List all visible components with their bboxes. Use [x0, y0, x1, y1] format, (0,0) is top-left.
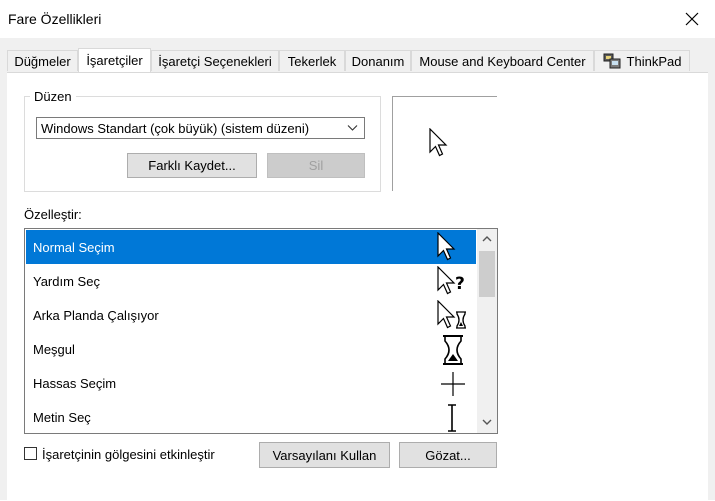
customize-label: Özelleştir:	[24, 207, 82, 222]
list-item[interactable]: Metin Seç	[26, 400, 476, 433]
list-item[interactable]: Meşgul	[26, 332, 476, 366]
item-label: Meşgul	[33, 342, 75, 357]
thinkpad-icon	[603, 53, 621, 69]
tab-pointers[interactable]: İşaretçiler	[78, 48, 151, 72]
scheme-group: Düzen Windows Standart (çok büyük) (sist…	[24, 89, 381, 192]
window-title: Fare Özellikleri	[8, 11, 102, 27]
item-label: Metin Seç	[33, 410, 91, 425]
save-as-button[interactable]: Farklı Kaydet...	[127, 153, 257, 178]
list-item[interactable]: Arka Planda Çalışıyor	[26, 298, 476, 332]
browse-button[interactable]: Gözat...	[399, 442, 497, 468]
tab-hardware[interactable]: Donanım	[345, 50, 411, 71]
scroll-thumb[interactable]	[479, 251, 495, 297]
svg-text:?: ?	[455, 274, 465, 294]
item-label: Yardım Seç	[33, 274, 100, 289]
item-label: Hassas Seçim	[33, 376, 117, 391]
scheme-selected-value: Windows Standart (çok büyük) (sistem düz…	[41, 121, 310, 136]
chevron-down-icon	[347, 125, 358, 131]
close-icon	[685, 12, 699, 26]
list-item[interactable]: Normal Seçim	[26, 230, 476, 264]
use-default-label: Varsayılanı Kullan	[272, 447, 377, 463]
dialog-body: Düğmeler İşaretçiler İşaretçi Seçenekler…	[0, 38, 715, 501]
tab-label: Tekerlek	[287, 53, 337, 69]
delete-label: Sil	[308, 158, 324, 173]
scroll-down-button[interactable]	[477, 414, 497, 431]
arrow-cursor-icon	[429, 128, 448, 157]
tab-wheel[interactable]: Tekerlek	[279, 50, 345, 71]
cursor-list[interactable]: Normal Seçim Yardım Seç ? Arka Planda Ça…	[24, 228, 498, 434]
shadow-label: İşaretçinin gölgesini etkinleştir	[42, 447, 215, 462]
scheme-legend: Düzen	[30, 89, 76, 104]
tab-thinkpad[interactable]: ThinkPad	[594, 50, 690, 71]
chevron-down-icon	[482, 419, 492, 425]
item-label: Normal Seçim	[33, 240, 115, 255]
tab-label: İşaretçiler	[86, 53, 143, 68]
list-scrollbar[interactable]	[477, 229, 497, 433]
help-cursor-icon: ?	[437, 266, 465, 295]
save-as-label: Farklı Kaydet...	[148, 158, 236, 173]
use-default-button[interactable]: Varsayılanı Kullan	[259, 442, 390, 468]
list-item[interactable]: Yardım Seç ?	[26, 264, 476, 298]
shadow-checkbox[interactable]	[24, 447, 37, 460]
delete-button[interactable]: Sil	[267, 153, 365, 178]
tab-label: İşaretçi Seçenekleri	[158, 53, 272, 69]
tab-buttons[interactable]: Düğmeler	[7, 50, 78, 71]
tab-label: ThinkPad	[626, 53, 682, 69]
tab-label: Düğmeler	[14, 53, 71, 69]
scheme-dropdown[interactable]: Windows Standart (çok büyük) (sistem düz…	[36, 117, 365, 139]
tab-panel-pointers: Düzen Windows Standart (çok büyük) (sist…	[7, 72, 708, 501]
close-button[interactable]	[669, 0, 715, 38]
item-label: Arka Planda Çalışıyor	[33, 308, 159, 323]
browse-label: Gözat...	[425, 447, 471, 463]
list-item[interactable]: Hassas Seçim	[26, 366, 476, 400]
chevron-up-icon	[482, 236, 492, 242]
text-cursor-icon	[448, 404, 456, 432]
arrow-cursor-icon	[437, 232, 456, 261]
tab-mouse-keyboard-center[interactable]: Mouse and Keyboard Center	[411, 50, 594, 71]
working-cursor-icon	[437, 300, 466, 329]
cursor-preview	[392, 96, 497, 191]
tab-label: Mouse and Keyboard Center	[419, 53, 586, 69]
tab-pointer-options[interactable]: İşaretçi Seçenekleri	[151, 50, 279, 71]
scroll-up-button[interactable]	[477, 230, 497, 247]
title-bar: Fare Özellikleri	[0, 0, 715, 38]
tab-label: Donanım	[351, 53, 405, 69]
crosshair-cursor-icon	[441, 372, 465, 396]
hourglass-cursor-icon	[443, 335, 463, 365]
